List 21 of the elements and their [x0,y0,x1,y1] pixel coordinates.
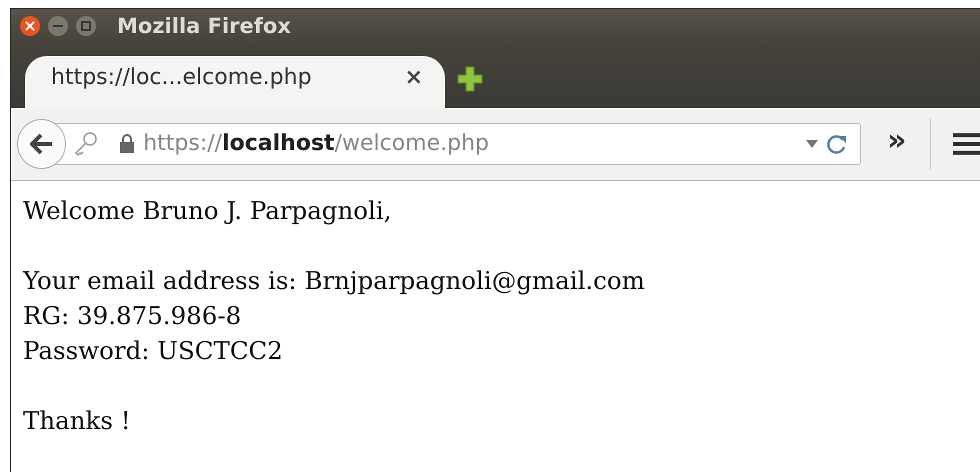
maximize-icon[interactable] [75,15,97,38]
page-text: Your email address is: Brnjparpagnoli@gmail.com [23,264,646,297]
page-text: Password: USCTCC2 [23,334,284,367]
minimize-icon[interactable] [47,15,69,38]
tab-close-button[interactable]: × [404,65,423,90]
window-title: Mozilla Firefox [117,14,291,38]
tab-title: https://loc...elcome.php [51,65,312,90]
reload-icon[interactable] [826,132,848,155]
back-arrow-icon [30,132,54,155]
overflow-button[interactable]: » [887,123,906,158]
close-icon[interactable] [19,15,41,38]
new-tab-icon[interactable] [455,64,485,94]
page-text: RG: 39.875.986-8 [23,300,242,332]
lock-icon [119,134,136,154]
key-icon [73,130,100,157]
dropdown-icon[interactable] [806,140,818,148]
page-text: Thanks ! [23,404,132,437]
url-text: https://localhost/welcome.php [143,131,490,156]
menu-icon[interactable] [953,132,980,156]
page-text: Welcome Bruno J. Parpagnoli, [23,194,392,227]
browser-tab[interactable]: https://loc...elcome.php × [25,56,445,108]
